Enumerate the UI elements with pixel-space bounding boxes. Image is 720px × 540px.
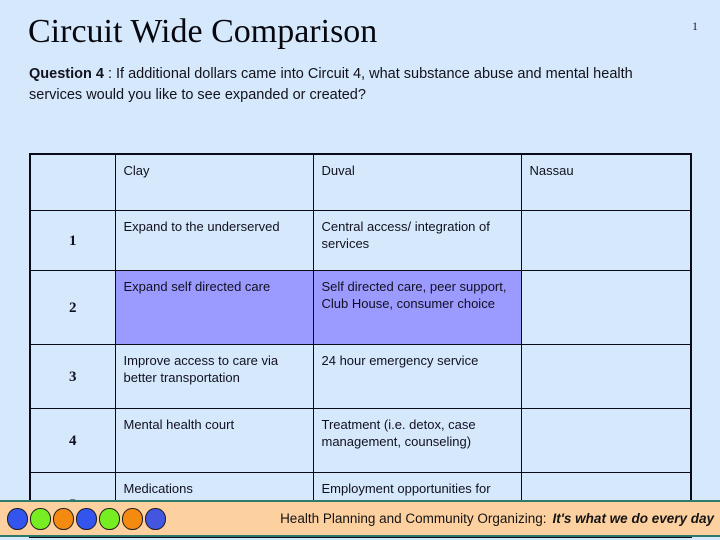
table-body: 1 Expand to the underserved Central acce… bbox=[29, 210, 692, 538]
slide-number: 1 bbox=[692, 19, 698, 33]
cell-clay: Expand self directed care bbox=[114, 270, 314, 345]
row-index: 3 bbox=[29, 344, 116, 409]
dot-orange-1-icon bbox=[53, 507, 74, 530]
cell-nassau bbox=[520, 210, 692, 271]
table-row: 4 Mental health court Treatment (i.e. de… bbox=[29, 408, 692, 473]
question-block: Question 4 : If additional dollars came … bbox=[29, 64, 679, 106]
row-index: 4 bbox=[29, 408, 116, 473]
table-header-corner bbox=[29, 153, 116, 211]
footer-text-container: Health Planning and Community Organizing… bbox=[166, 511, 720, 526]
dot-orange-2-icon bbox=[122, 507, 143, 530]
cell-duval: Central access/ integration of services bbox=[312, 210, 522, 271]
table-row: 3 Improve access to care via better tran… bbox=[29, 344, 692, 409]
table-header-duval: Duval bbox=[312, 153, 522, 211]
footer-dot-group bbox=[0, 507, 166, 530]
dot-blue-2-icon bbox=[76, 507, 97, 530]
footer-bar: Health Planning and Community Organizing… bbox=[0, 500, 720, 537]
table-row: 1 Expand to the underserved Central acce… bbox=[29, 210, 692, 271]
table-header-clay: Clay bbox=[114, 153, 314, 211]
cell-duval: 24 hour emergency service bbox=[312, 344, 522, 409]
cell-nassau bbox=[520, 344, 692, 409]
cell-duval: Self directed care, peer support, Club H… bbox=[312, 270, 522, 345]
table-header: Clay Duval Nassau bbox=[29, 153, 692, 211]
dot-blue-1-icon bbox=[7, 507, 28, 530]
cell-nassau bbox=[520, 408, 692, 473]
footer-tagline: It's what we do every day bbox=[552, 511, 714, 526]
cell-clay: Expand to the underserved bbox=[114, 210, 314, 271]
row-index: 2 bbox=[29, 270, 116, 345]
question-text: If additional dollars came into Circuit … bbox=[29, 66, 633, 104]
cell-clay: Improve access to care via better transp… bbox=[114, 344, 314, 409]
cell-clay: Mental health court bbox=[114, 408, 314, 473]
dot-green-2-icon bbox=[99, 507, 120, 530]
question-separator: : bbox=[103, 66, 117, 82]
table-header-nassau: Nassau bbox=[520, 153, 692, 211]
cell-nassau bbox=[520, 270, 692, 345]
footer-organization-text: Health Planning and Community Organizing… bbox=[280, 511, 547, 526]
page-title: Circuit Wide Comparison bbox=[28, 13, 378, 50]
comparison-table-container: Clay Duval Nassau 1 Expand to the unders… bbox=[29, 153, 692, 538]
row-index: 1 bbox=[29, 210, 116, 271]
table-row: 2 Expand self directed care Self directe… bbox=[29, 270, 692, 345]
dot-blue-3-icon bbox=[145, 507, 166, 530]
question-label: Question 4 bbox=[29, 66, 104, 82]
cell-duval: Treatment (i.e. detox, case management, … bbox=[312, 408, 522, 473]
table-header-row: Clay Duval Nassau bbox=[29, 153, 692, 211]
comparison-table: Clay Duval Nassau 1 Expand to the unders… bbox=[29, 153, 692, 538]
dot-green-1-icon bbox=[30, 507, 51, 530]
